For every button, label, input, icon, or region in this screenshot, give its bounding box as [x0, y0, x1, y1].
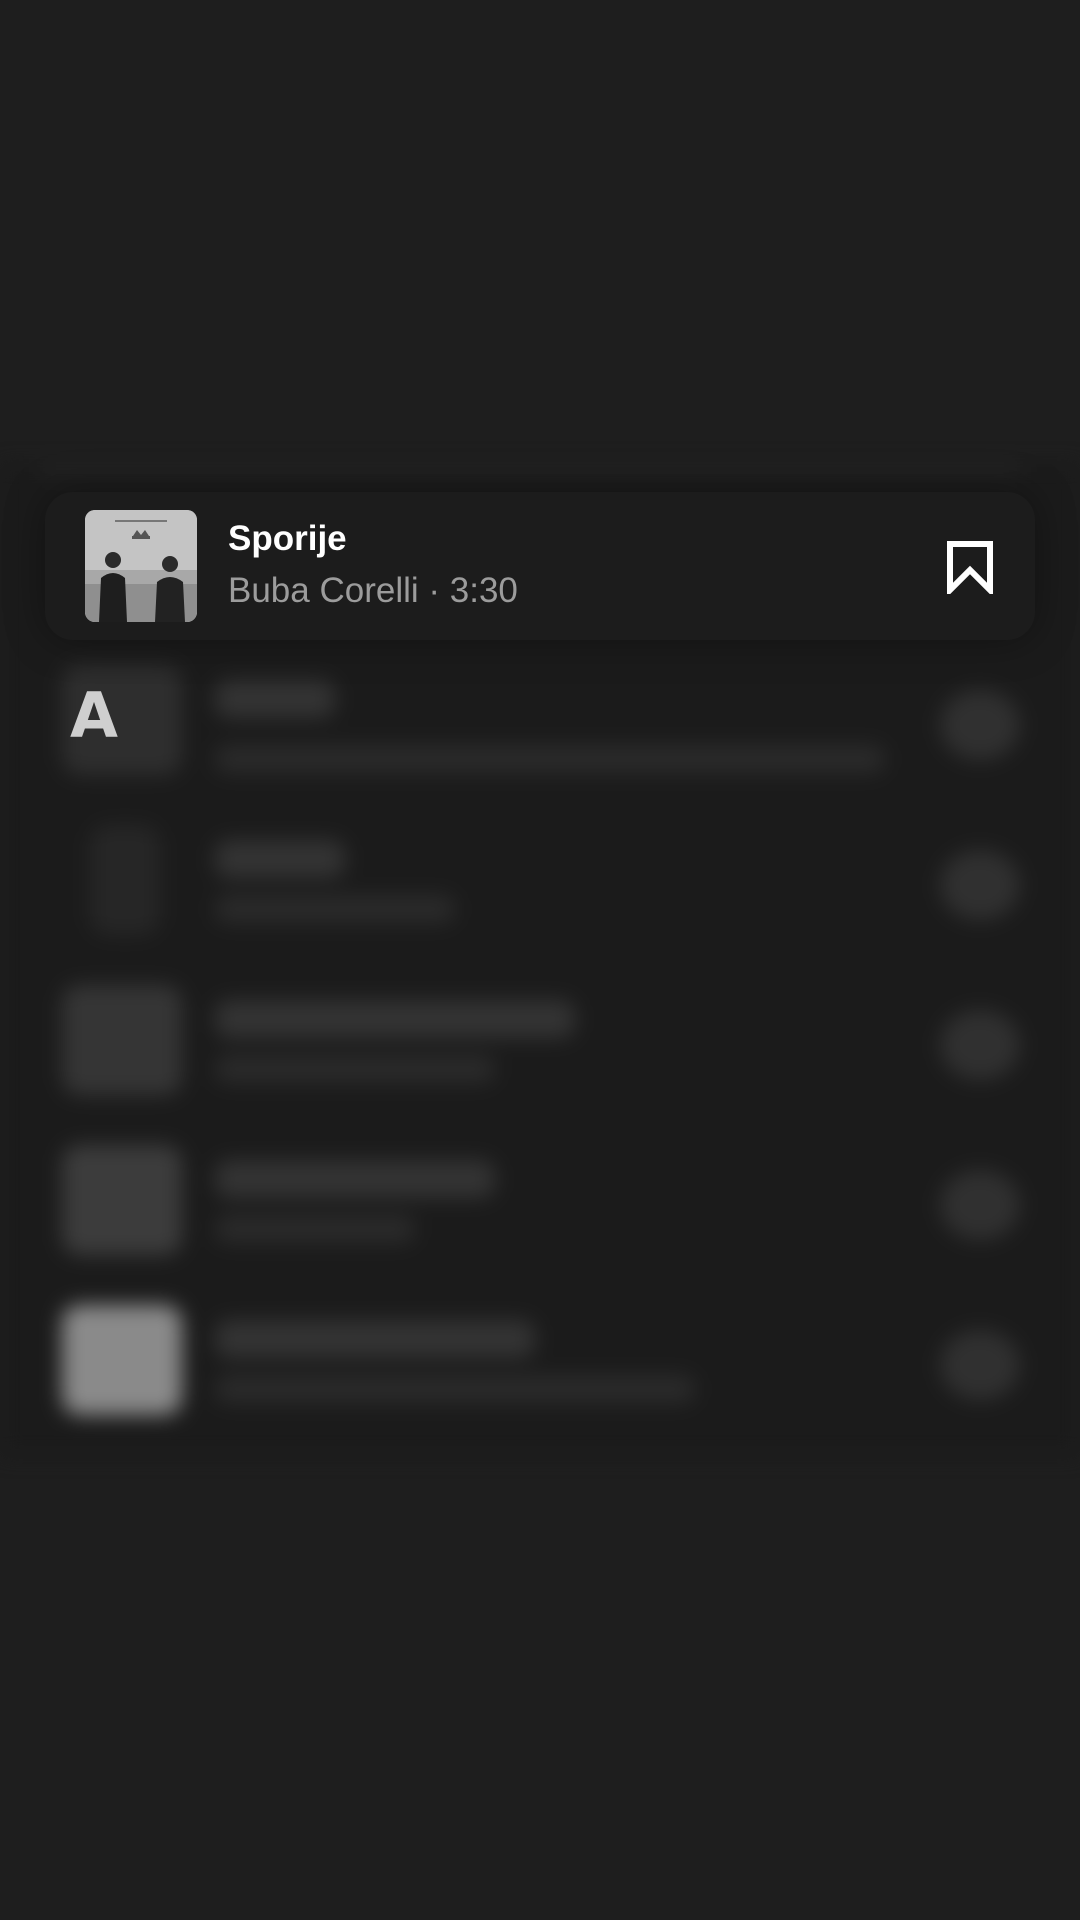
track-subtitle: Buba Corelli · 3:30 [228, 570, 518, 612]
blurred-text [215, 840, 345, 878]
blurred-list-item [0, 1125, 1080, 1265]
separator-dot: · [428, 571, 441, 610]
blurred-list-item [0, 1285, 1080, 1425]
blurred-text [215, 680, 335, 718]
blurred-thumbnail [62, 1145, 182, 1255]
album-cover-art-image [85, 510, 197, 622]
artist-name: Buba Corelli [228, 571, 419, 610]
blurred-action [940, 690, 1020, 760]
album-cover-art [85, 510, 197, 622]
blurred-list-item [0, 805, 1080, 945]
blurred-text [215, 1055, 495, 1083]
blurred-text [215, 1000, 575, 1038]
blurred-action [940, 1330, 1020, 1400]
bookmark-button[interactable] [930, 527, 1010, 607]
blurred-text [215, 1160, 495, 1198]
blurred-list-item [0, 965, 1080, 1105]
blurred-text [215, 745, 885, 773]
section-index-letter: A [70, 679, 118, 752]
blurred-thumbnail [62, 1305, 182, 1415]
blurred-header [40, 465, 1020, 475]
blurred-list-item [0, 645, 1080, 785]
track-duration: 3:30 [449, 571, 518, 610]
blurred-text [215, 895, 455, 923]
blurred-thumbnail [90, 825, 160, 935]
blurred-text [215, 1375, 695, 1403]
blurred-thumbnail [62, 985, 182, 1095]
track-title: Sporije [228, 519, 347, 558]
screen: A Sporije Buba Corelli · 3:30 [0, 0, 1080, 1920]
blurred-action [940, 850, 1020, 920]
bookmark-icon [947, 541, 993, 594]
blurred-action [940, 1010, 1020, 1080]
blurred-action [940, 1170, 1020, 1240]
track-preview-card[interactable]: Sporije Buba Corelli · 3:30 [45, 492, 1035, 640]
blurred-text [215, 1215, 415, 1243]
blurred-text [215, 1320, 535, 1358]
